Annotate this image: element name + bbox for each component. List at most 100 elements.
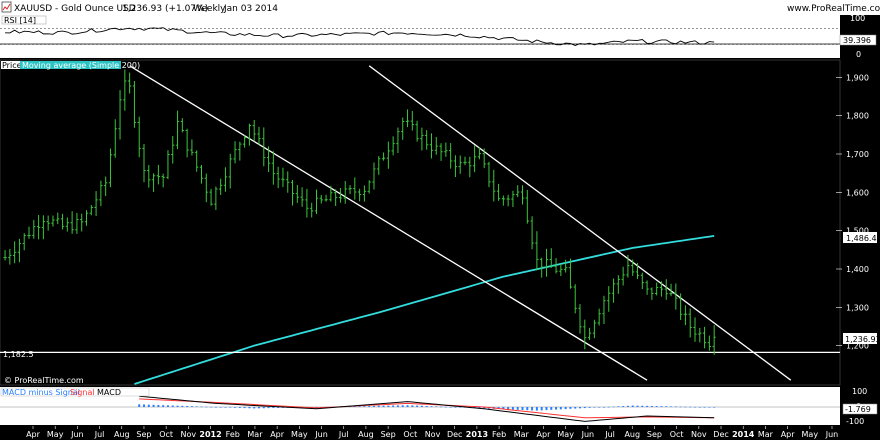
macd-hist-bar (454, 407, 457, 408)
macd-hist-bar (612, 406, 615, 408)
macd-hist-bar (665, 406, 668, 407)
macd-hist-bar (430, 406, 433, 407)
macd-hist-bar (521, 407, 524, 410)
macd-hist-bar (583, 407, 586, 409)
macd-hist-bar (655, 406, 658, 407)
date-label: 2014 (732, 430, 755, 439)
macd-hist-bar (531, 407, 534, 411)
macd-hist-bar (392, 405, 395, 407)
macd-hist-bar (449, 407, 452, 408)
date-label: Feb (226, 430, 240, 439)
date-label: Mar (247, 430, 263, 439)
macd-hist-bar (622, 406, 625, 407)
macd-hist-bar (224, 407, 227, 408)
macd-hist-bar (559, 407, 562, 410)
macd-hist-bar (588, 407, 591, 408)
macd-hist-bar (262, 407, 265, 409)
price-tick-label: 1,900 (846, 73, 869, 82)
macd-hist-bar (435, 406, 438, 407)
macd-hist-bar (650, 405, 653, 407)
price-tick-label: 1,600 (846, 188, 869, 197)
date-label: 2012 (199, 430, 221, 439)
macd-hist-bar (440, 406, 443, 408)
date-label: Apr (781, 430, 796, 439)
macd-hist-bar (205, 406, 208, 408)
macd-hist-bar (234, 407, 237, 408)
rsi-value-badge: 39.396 (843, 36, 871, 45)
macd-legend-macd: MACD (97, 388, 121, 397)
macd-hist-bar (444, 406, 447, 408)
macd-hist-bar (243, 407, 246, 409)
date-label: Apr (270, 430, 285, 439)
macd-hist-bar (368, 406, 371, 407)
macd-hist-bar (679, 406, 682, 408)
macd-hist-bar (257, 407, 260, 409)
date-label: Jul (94, 430, 105, 439)
date-label: Aug (358, 430, 374, 439)
date-label: Sep (647, 430, 662, 439)
date-label: Dec (447, 430, 462, 439)
macd-hist-bar (526, 407, 529, 411)
price-axis: 1,2001,3001,4001,5001,6001,7001,8001,900 (836, 73, 869, 351)
macd-hist-bar (516, 407, 519, 410)
price-tick-label: 1,800 (846, 112, 869, 121)
date-label: Nov (181, 430, 197, 439)
macd-hist-bar (200, 406, 203, 408)
date-label: Mar (758, 430, 774, 439)
macd-hist-bar (176, 405, 179, 407)
macd-hist-bar (171, 405, 174, 407)
macd-hist-bar (411, 405, 414, 407)
date-label: Jun (70, 430, 84, 439)
macd-hist-bar (425, 406, 428, 407)
macd-hist-bar (248, 407, 251, 409)
header-site[interactable]: www.ProRealTime.com (787, 4, 880, 14)
macd-hist-bar (602, 407, 605, 408)
macd-hist-bar (564, 407, 567, 410)
macd-hist-bar (138, 404, 141, 407)
macd-hist-bar (703, 407, 706, 408)
macd-legend-signal: Signal (70, 388, 95, 397)
date-label: Mar (514, 430, 530, 439)
chart-logo-icon (1, 1, 12, 13)
date-label: Oct (403, 430, 417, 439)
price-badge: 1,236.93 (845, 335, 880, 344)
macd-hist-bar (689, 406, 692, 408)
date-label: Jul (338, 430, 349, 439)
macd-hist-bar (143, 404, 146, 407)
macd-hist-bar (631, 405, 634, 407)
macd-hist-bar (190, 406, 193, 407)
macd-hist-bar (636, 405, 639, 407)
macd-hist-bar (713, 407, 716, 408)
macd-hist-bar (670, 406, 673, 407)
header-date: Jan 03 2014 (223, 4, 278, 14)
macd-hist-bar (684, 406, 687, 408)
date-label: Nov (691, 430, 707, 439)
date-label: Feb (492, 430, 506, 439)
date-label: Apr (26, 430, 41, 439)
date-label: May (291, 430, 308, 439)
macd-hist-bar (181, 405, 184, 407)
macd-hist-bar (674, 406, 677, 408)
macd-hist-bar (416, 405, 419, 407)
macd-hist-bar (511, 407, 514, 410)
date-label: Dec (713, 430, 728, 439)
rsi-legend: RSI [14] (4, 16, 36, 25)
macd-hist-bar (238, 407, 241, 408)
macd-hist-bar (598, 407, 601, 408)
macd-hist-bar (569, 407, 572, 409)
date-label: Sep (136, 430, 151, 439)
macd-hist-bar (550, 407, 553, 410)
macd-hist-bar (377, 405, 380, 407)
header-symbol: XAUUSD - Gold Ounce USD (14, 4, 136, 14)
date-label: Jun (314, 430, 328, 439)
macd-hist-bar (372, 405, 375, 407)
date-label: Oct (670, 430, 684, 439)
macd-legend-hist: MACD minus Signal (2, 388, 80, 397)
macd-hist-bar (162, 405, 165, 407)
macd-hist-bar (210, 406, 213, 408)
macd-hist-bar (646, 405, 649, 407)
macd-hist-bar (186, 406, 189, 407)
macd-hist-bar (693, 406, 696, 408)
macd-badge: -1.769 (845, 405, 871, 414)
macd-hist-bar (593, 407, 596, 408)
